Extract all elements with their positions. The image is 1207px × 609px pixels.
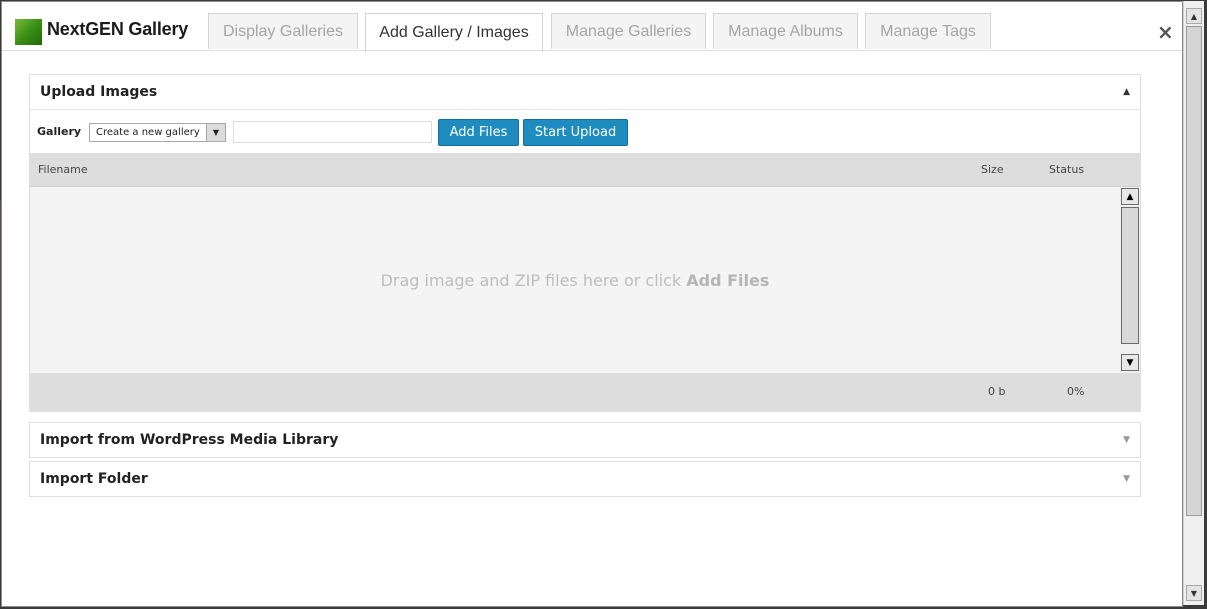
- close-icon[interactable]: ×: [1157, 20, 1174, 44]
- column-size: Size: [981, 163, 1004, 176]
- import-folder-header[interactable]: Import Folder ▼: [30, 462, 1140, 496]
- triangle-down-icon[interactable]: ▼: [1123, 435, 1130, 445]
- column-filename: Filename: [38, 163, 88, 176]
- gallery-name-input[interactable]: [233, 121, 432, 143]
- app-title: NextGEN Gallery: [47, 19, 189, 39]
- tab-manage-tags[interactable]: Manage Tags: [865, 13, 991, 49]
- file-list-footer: 0 b 0%: [30, 373, 1140, 411]
- import-media-library-panel: Import from WordPress Media Library ▼: [29, 422, 1141, 458]
- file-list-scrollbar[interactable]: ▲ ▼: [1120, 187, 1140, 373]
- drop-zone[interactable]: Drag image and ZIP files here or click A…: [30, 186, 1140, 373]
- drop-hint-text: Drag image and ZIP files here or click: [380, 271, 687, 290]
- tab-display-galleries[interactable]: Display Galleries: [208, 13, 358, 49]
- import-media-library-title: Import from WordPress Media Library: [40, 432, 339, 448]
- total-size: 0 b: [988, 385, 1006, 398]
- window-scroll-thumb[interactable]: [1186, 26, 1202, 516]
- import-media-library-header[interactable]: Import from WordPress Media Library ▼: [30, 423, 1140, 457]
- total-percent: 0%: [1067, 385, 1085, 398]
- scroll-up-icon[interactable]: ▲: [1186, 8, 1202, 24]
- tab-manage-albums[interactable]: Manage Albums: [713, 13, 858, 49]
- upload-images-title: Upload Images: [40, 84, 158, 100]
- tab-manage-galleries[interactable]: Manage Galleries: [551, 13, 706, 49]
- drop-hint: Drag image and ZIP files here or click A…: [30, 271, 1120, 290]
- header-divider: [2, 50, 1182, 51]
- upload-images-panel: Upload Images ▲ Gallery Create a new gal…: [29, 74, 1141, 412]
- scroll-thumb[interactable]: [1121, 207, 1139, 344]
- tab-add-gallery-images[interactable]: Add Gallery / Images: [365, 13, 543, 52]
- upload-images-header[interactable]: Upload Images ▲: [30, 75, 1140, 109]
- file-list-header: Filename Size Status: [30, 153, 1140, 186]
- scroll-down-icon[interactable]: ▼: [1121, 354, 1139, 371]
- scroll-up-icon[interactable]: ▲: [1121, 188, 1139, 205]
- window-scrollbar[interactable]: ▲ ▼: [1183, 1, 1204, 605]
- gallery-modal: NextGEN Gallery Display Galleries Add Ga…: [1, 1, 1183, 607]
- gallery-select[interactable]: Create a new gallery ▼: [89, 123, 226, 142]
- column-status: Status: [1049, 163, 1085, 176]
- gallery-label: Gallery: [37, 125, 82, 138]
- scroll-down-icon[interactable]: ▼: [1186, 585, 1202, 601]
- import-folder-title: Import Folder: [40, 471, 148, 487]
- triangle-up-icon[interactable]: ▲: [1123, 87, 1130, 97]
- gallery-select-value: Create a new gallery: [96, 127, 200, 138]
- add-files-button[interactable]: Add Files: [438, 119, 519, 146]
- nextgen-logo-icon: [15, 19, 42, 45]
- chevron-down-icon[interactable]: ▼: [206, 124, 225, 141]
- import-folder-panel: Import Folder ▼: [29, 461, 1141, 497]
- drop-hint-add-files[interactable]: Add Files: [686, 271, 769, 290]
- start-upload-button[interactable]: Start Upload: [523, 119, 628, 146]
- upload-body: Gallery Create a new gallery ▼ Add Files…: [30, 109, 1140, 411]
- upload-toolbar: Gallery Create a new gallery ▼ Add Files…: [30, 110, 1140, 153]
- triangle-down-icon[interactable]: ▼: [1123, 474, 1130, 484]
